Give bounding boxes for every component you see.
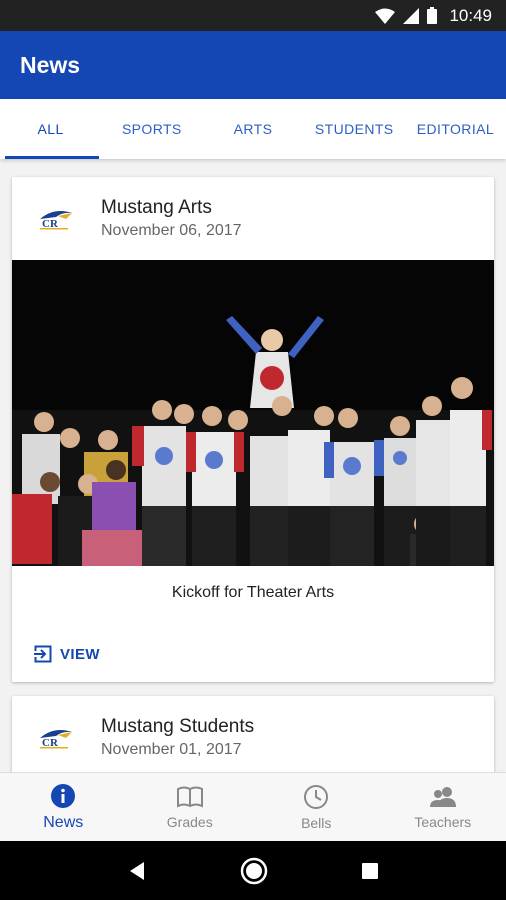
school-logo-icon: CR — [40, 210, 72, 230]
page-title: News — [20, 51, 81, 78]
nav-bells[interactable]: Bells — [253, 773, 380, 841]
post-source: Mustang Arts — [101, 196, 212, 218]
card-header: CR Mustang Students November 01, 2017 — [12, 696, 494, 772]
system-navigation-bar — [0, 841, 506, 900]
tab-editorial[interactable]: EDITORIAL — [405, 99, 506, 159]
tab-arts[interactable]: ARTS — [202, 99, 303, 159]
info-icon — [51, 783, 76, 808]
open-in-icon — [34, 645, 52, 663]
card-header: CR Mustang Arts November 06, 2017 — [12, 177, 494, 260]
post-source: Mustang Students — [101, 715, 255, 737]
tab-sports[interactable]: SPORTS — [101, 99, 202, 159]
people-icon — [429, 786, 456, 807]
recents-icon[interactable] — [360, 861, 380, 881]
app-bar: News — [0, 31, 506, 99]
wifi-icon — [375, 8, 396, 24]
bottom-navigation: News Grades Bells Teachers — [0, 772, 506, 841]
nav-grades[interactable]: Grades — [127, 773, 254, 841]
view-button-label: VIEW — [60, 645, 100, 663]
tab-all[interactable]: ALL — [0, 99, 101, 159]
theater-cast-photo-icon — [12, 260, 494, 566]
nav-bells-label: Bells — [301, 814, 332, 831]
post-date: November 01, 2017 — [101, 740, 242, 758]
view-button[interactable]: VIEW — [12, 626, 494, 682]
nav-teachers-label: Teachers — [414, 813, 472, 830]
back-icon[interactable] — [126, 860, 148, 882]
news-card[interactable]: CR Mustang Arts November 06, 2017 Kickof… — [12, 177, 494, 682]
status-bar: 10:49 — [0, 0, 506, 31]
post-image[interactable] — [12, 260, 494, 566]
post-date: November 06, 2017 — [101, 221, 242, 239]
school-logo-icon: CR — [40, 729, 72, 749]
post-caption: Kickoff for Theater Arts — [171, 584, 335, 601]
battery-icon — [427, 7, 438, 24]
news-feed[interactable]: CR Mustang Arts November 06, 2017 Kickof… — [0, 159, 506, 772]
clock-icon — [304, 784, 329, 809]
nav-news-label: News — [43, 813, 84, 831]
category-tabs: ALL SPORTS ARTS STUDENTS EDITORIAL — [0, 99, 506, 159]
tab-students[interactable]: STUDENTS — [304, 99, 405, 159]
book-icon — [176, 786, 203, 808]
news-card[interactable]: CR Mustang Students November 01, 2017 — [12, 696, 494, 772]
clock-time: 10:49 — [449, 5, 492, 25]
nav-news[interactable]: News — [0, 773, 127, 841]
home-icon[interactable] — [239, 856, 269, 886]
nav-grades-label: Grades — [166, 813, 213, 830]
nav-teachers[interactable]: Teachers — [380, 773, 506, 841]
cell-signal-icon — [403, 7, 420, 24]
